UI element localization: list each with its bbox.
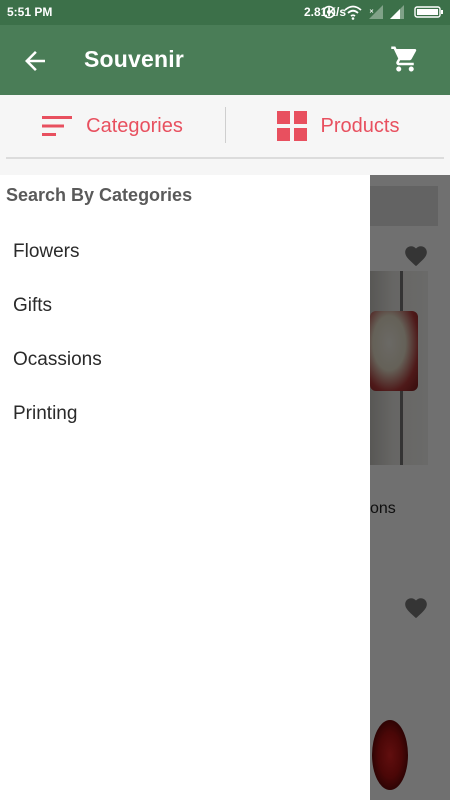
- vpn-icon: [322, 5, 336, 19]
- drawer-heading: Search By Categories: [6, 185, 193, 205]
- screen: 5:51 PM 2.81K/s × Souvenir Categories Pr…: [0, 0, 450, 800]
- drawer-item-label: Flowers: [13, 241, 80, 262]
- drawer-item-flowers[interactable]: Flowers: [0, 225, 370, 279]
- tab-bar: Categories Products: [0, 95, 450, 175]
- signal-icon: ×: [369, 5, 383, 19]
- tab-products-label: Products: [320, 114, 400, 137]
- status-time: 5:51 PM: [7, 5, 53, 19]
- categories-drawer: Search By Categories Flowers Gifts Ocass…: [0, 175, 370, 800]
- tab-bar-divider: [6, 157, 444, 159]
- shopping-cart-icon[interactable]: [390, 44, 420, 74]
- tab-categories[interactable]: Categories: [0, 95, 225, 157]
- tab-categories-label: Categories: [86, 114, 183, 137]
- page-title: Souvenir: [84, 46, 185, 72]
- drawer-item-printing[interactable]: Printing: [0, 387, 370, 441]
- drawer-item-label: Ocassions: [13, 349, 102, 370]
- drawer-item-gifts[interactable]: Gifts: [0, 279, 370, 333]
- arrow-back-icon[interactable]: [20, 46, 50, 76]
- drawer-item-ocassions[interactable]: Ocassions: [0, 333, 370, 387]
- grid-icon: [276, 111, 307, 141]
- wifi-icon: [344, 5, 362, 20]
- app-bar: Souvenir: [0, 25, 450, 95]
- drawer-item-label: Gifts: [13, 295, 53, 316]
- sort-icon: [42, 116, 73, 136]
- signal-icon: [390, 5, 404, 19]
- drawer-item-label: Printing: [13, 403, 78, 424]
- status-bar: 5:51 PM 2.81K/s ×: [0, 0, 450, 25]
- svg-text:×: ×: [369, 8, 374, 15]
- tab-products[interactable]: Products: [226, 95, 450, 157]
- battery-icon: [414, 6, 443, 18]
